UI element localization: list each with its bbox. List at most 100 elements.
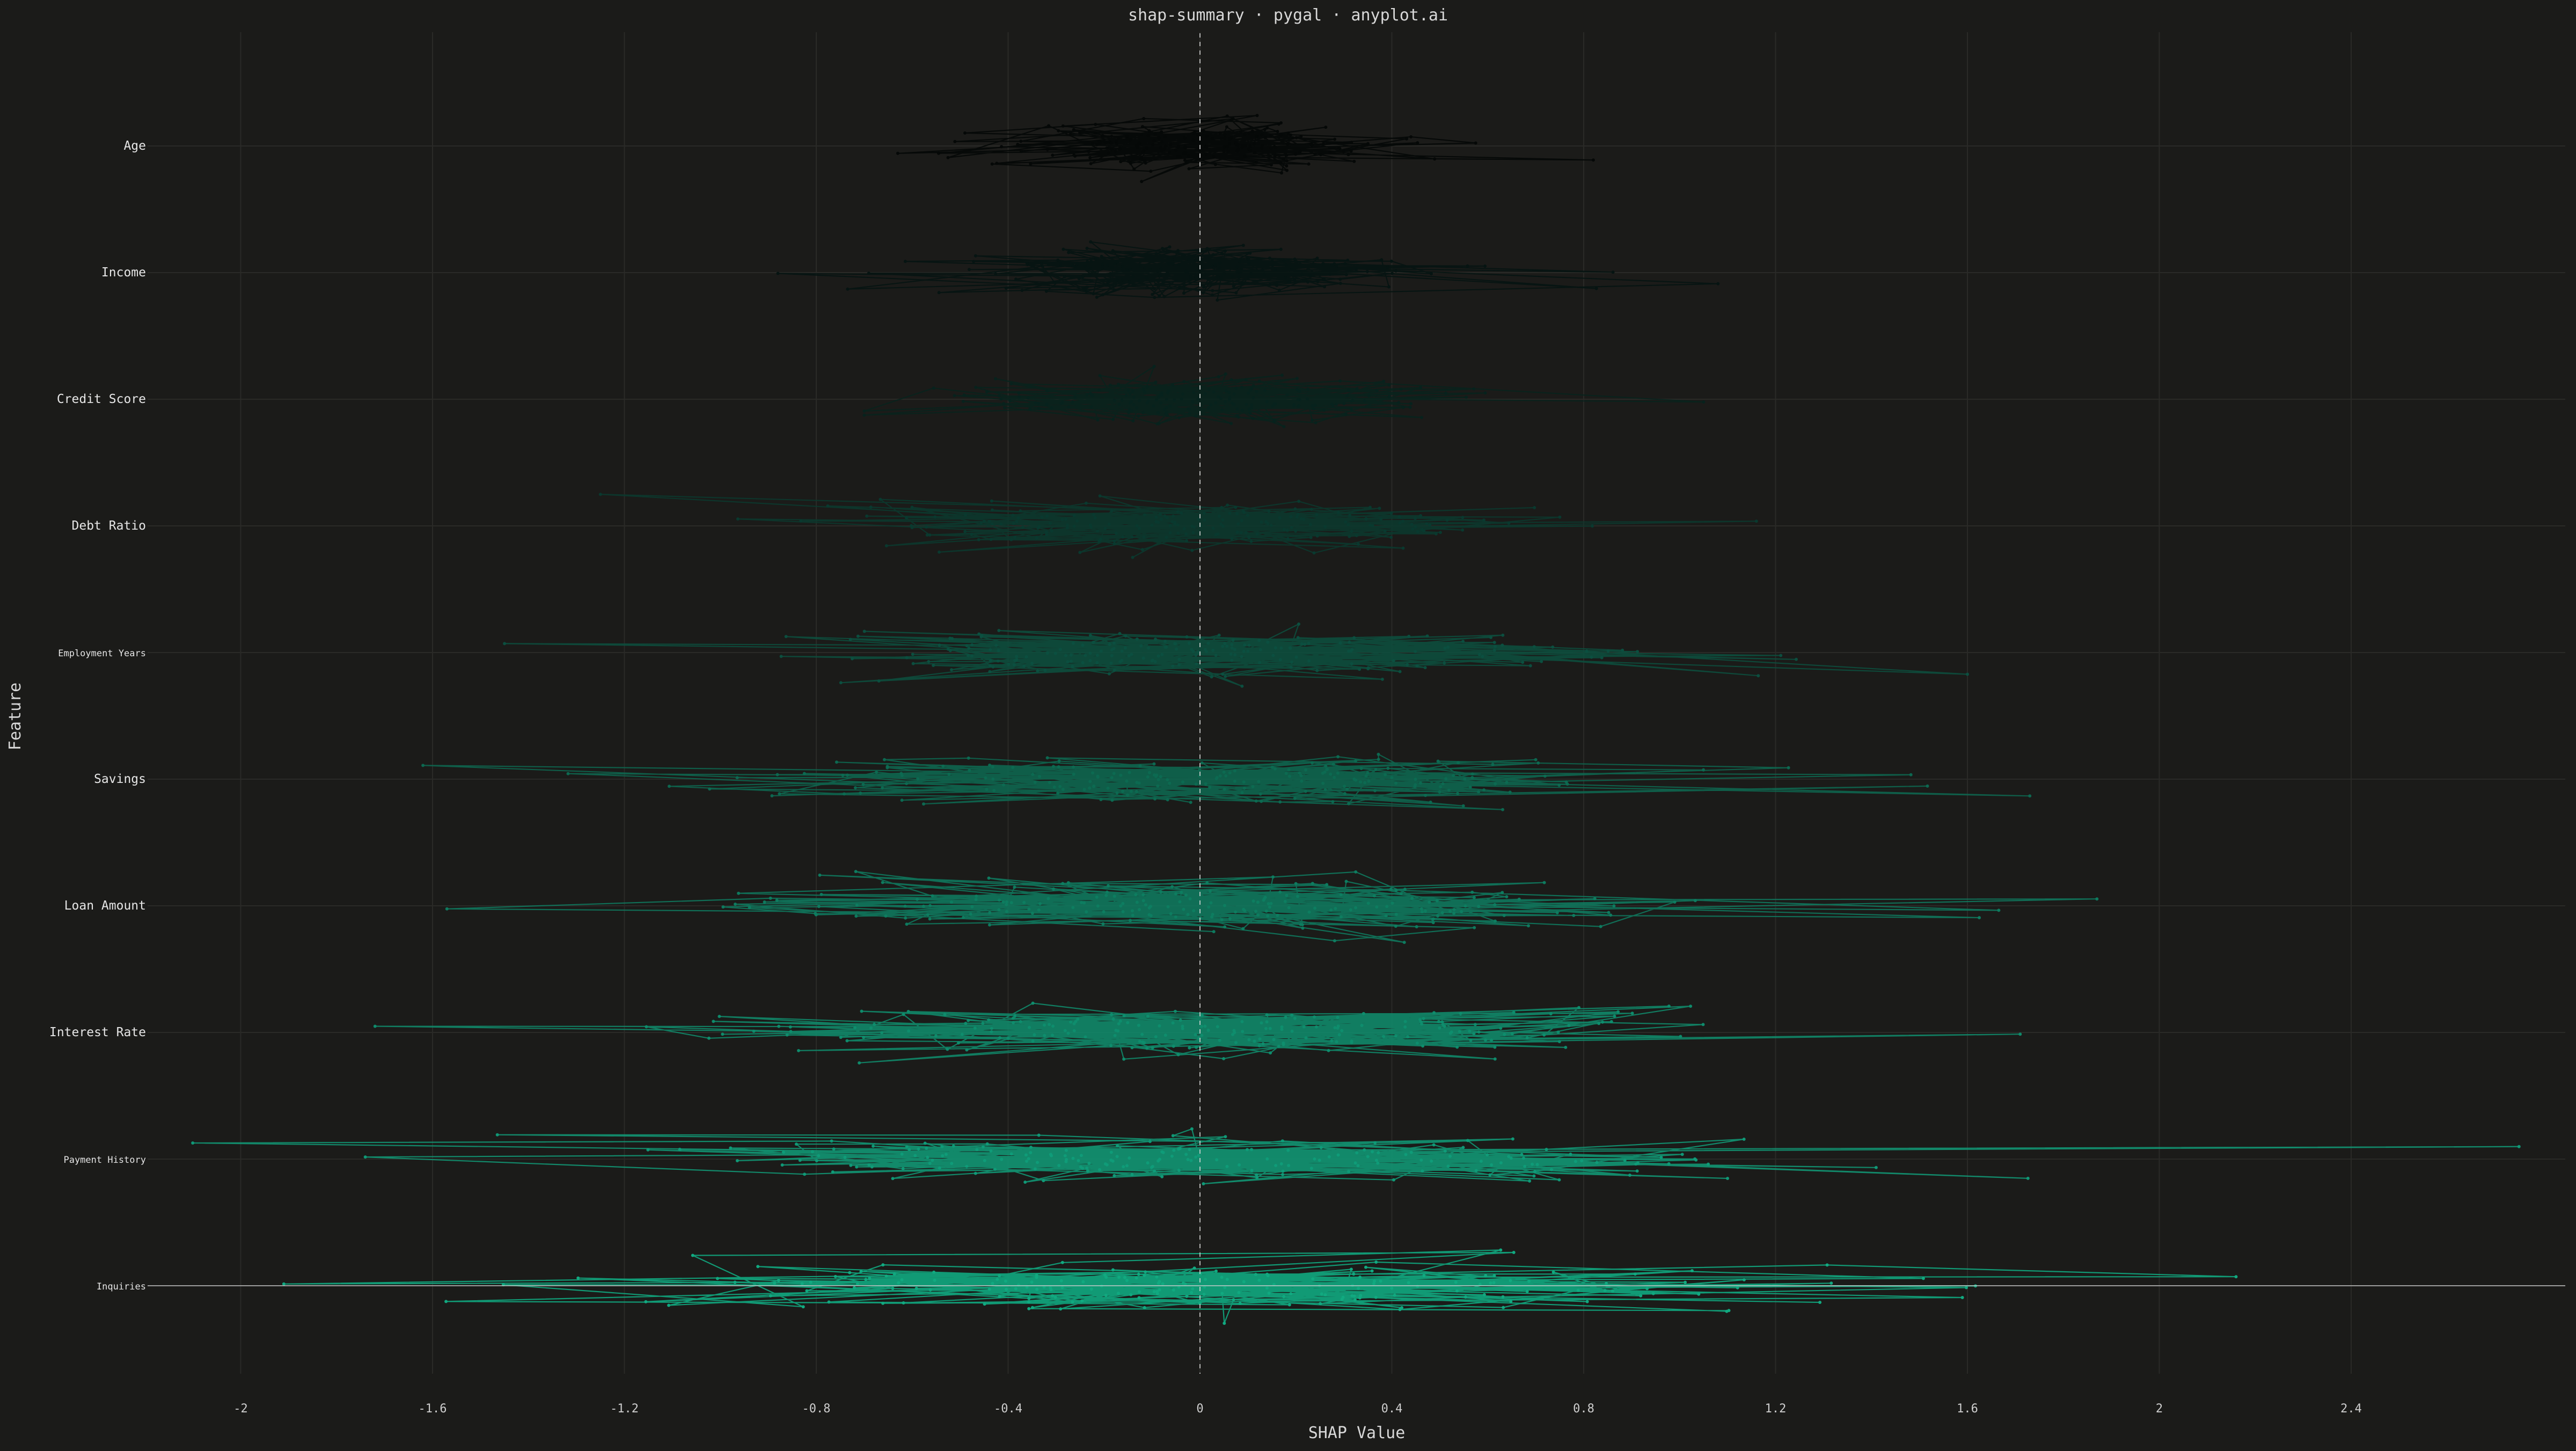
data-point	[1071, 641, 1075, 645]
data-point	[1157, 521, 1160, 524]
data-point	[1829, 1281, 1833, 1285]
data-point	[1061, 124, 1065, 128]
data-point	[1002, 783, 1005, 787]
data-point	[1143, 390, 1147, 394]
data-point	[1521, 661, 1525, 664]
data-point	[928, 917, 932, 921]
data-point	[1742, 1138, 1746, 1141]
data-point	[769, 1294, 772, 1298]
data-point	[1289, 515, 1293, 518]
data-point	[1216, 275, 1219, 279]
data-point	[1394, 781, 1398, 785]
data-point	[1158, 1157, 1161, 1161]
data-point	[881, 786, 884, 790]
data-point	[905, 782, 909, 786]
shap-summary-chart: -2 -1.6 -1.2 -0.8 -0.4 0 0.4 0.8 1.2 1.6 2 2.4 Age In…	[0, 0, 2576, 1449]
data-point	[1279, 646, 1283, 650]
data-point	[1081, 661, 1085, 664]
data-point	[1312, 407, 1315, 411]
data-point	[848, 1271, 852, 1274]
data-point	[1252, 142, 1256, 146]
data-point	[1124, 634, 1128, 638]
data-point	[1244, 378, 1248, 382]
data-point	[1315, 669, 1319, 672]
data-point	[1380, 677, 1384, 681]
data-point	[1651, 1292, 1655, 1295]
data-point	[1680, 1153, 1684, 1156]
data-point	[1607, 911, 1611, 914]
data-point	[1231, 1032, 1234, 1036]
data-point	[1050, 529, 1053, 533]
data-point	[1137, 1296, 1141, 1300]
data-point	[1019, 150, 1023, 153]
data-point	[1125, 134, 1129, 138]
data-point	[897, 1281, 901, 1285]
data-point	[974, 254, 977, 258]
data-point	[1556, 1030, 1560, 1034]
data-point	[1533, 506, 1536, 509]
data-point	[1226, 503, 1230, 507]
data-point	[1366, 771, 1370, 775]
data-point	[1089, 162, 1093, 165]
data-point	[2026, 1176, 2030, 1180]
data-point	[1158, 1024, 1161, 1028]
data-point	[1174, 149, 1178, 152]
data-point	[1234, 142, 1238, 146]
data-point	[1623, 1159, 1627, 1162]
data-point	[678, 1147, 682, 1151]
data-point	[1350, 1040, 1353, 1044]
data-point	[1043, 1023, 1046, 1027]
data-point	[1051, 1294, 1055, 1298]
data-point	[1165, 516, 1169, 519]
data-point	[1072, 514, 1076, 517]
data-point	[1224, 400, 1227, 404]
data-point	[1152, 404, 1155, 408]
data-point	[1145, 276, 1148, 280]
data-point	[1089, 260, 1093, 263]
data-point	[1448, 910, 1452, 913]
data-point	[1009, 382, 1013, 386]
data-point	[715, 1277, 719, 1280]
data-point	[977, 632, 981, 636]
data-point	[1564, 1045, 1568, 1049]
data-point	[1176, 249, 1180, 252]
data-point	[1290, 268, 1293, 272]
data-point	[1352, 636, 1356, 640]
data-point	[925, 1146, 928, 1150]
data-point	[1257, 1278, 1261, 1282]
data-point	[1165, 411, 1168, 414]
data-point	[1344, 273, 1348, 276]
data-point	[1135, 406, 1139, 409]
data-point	[1309, 1167, 1313, 1170]
data-point	[1151, 292, 1154, 296]
data-point	[1333, 775, 1336, 779]
data-point	[1235, 414, 1239, 417]
data-point	[1251, 785, 1255, 788]
data-point	[1235, 270, 1239, 274]
data-point	[991, 665, 995, 669]
data-point	[1125, 779, 1129, 783]
data-point	[1177, 262, 1181, 266]
data-point	[1330, 263, 1334, 267]
data-point	[1166, 905, 1170, 908]
data-point	[733, 1280, 737, 1284]
data-point	[1394, 1034, 1397, 1038]
data-point	[1023, 1181, 1027, 1184]
data-point	[1261, 1042, 1265, 1046]
data-point	[1159, 775, 1162, 779]
data-point	[1311, 761, 1314, 765]
data-point	[1066, 881, 1070, 884]
data-point	[1130, 909, 1134, 913]
data-point	[1308, 523, 1312, 526]
data-point	[1349, 1267, 1353, 1271]
data-point	[1265, 1272, 1269, 1276]
data-point	[1136, 145, 1139, 149]
data-point	[775, 773, 779, 776]
data-point	[1494, 644, 1497, 648]
data-point	[1121, 535, 1125, 539]
data-point	[1545, 1148, 1548, 1151]
data-point	[1260, 133, 1264, 137]
data-point	[1403, 1020, 1407, 1023]
data-point	[1377, 758, 1380, 761]
data-point	[1168, 404, 1172, 408]
